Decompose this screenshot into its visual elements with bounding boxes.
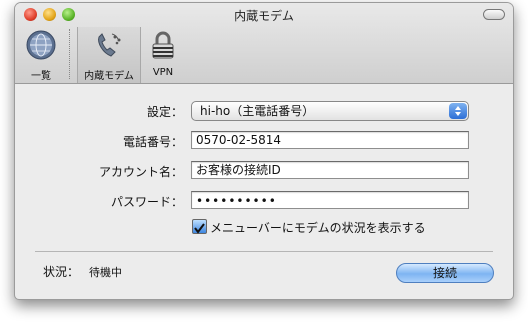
menubar-status-checkbox-label[interactable]: メニューバーにモデムの状況を表示する	[210, 219, 426, 236]
toolbar-toggle-button[interactable]	[483, 9, 505, 20]
checkmark-icon	[194, 223, 205, 234]
lock-icon	[152, 31, 174, 59]
modem-phone-icon	[98, 33, 121, 57]
status-value: 待機中	[89, 266, 122, 279]
toolbar-item-label: VPN	[152, 67, 174, 78]
preferences-window: 内蔵モデム 一覧 内蔵モデム VPN 設定： hi-ho（主電話番号） 電話番号…	[14, 2, 514, 300]
toolbar-item-overview[interactable]: 一覧	[19, 27, 63, 83]
globe-icon	[26, 30, 56, 60]
toolbar-separator	[69, 29, 70, 79]
password-label: パスワード：	[110, 195, 183, 209]
connect-button[interactable]: 接続	[396, 263, 494, 283]
toolbar: 内蔵モデム 一覧 内蔵モデム VPN	[15, 3, 513, 84]
account-name-field[interactable]	[191, 161, 469, 179]
toolbar-item-label: 一覧	[31, 71, 51, 82]
window-title: 内蔵モデム	[234, 9, 294, 23]
config-label: 設定：	[146, 105, 183, 119]
account-label: アカウント名：	[98, 165, 183, 179]
config-select[interactable]: hi-ho（主電話番号）	[191, 101, 469, 121]
menubar-status-checkbox[interactable]	[192, 219, 207, 234]
toolbar-item-internal-modem[interactable]: 内蔵モデム	[77, 27, 141, 83]
divider	[35, 251, 493, 252]
toolbar-item-label: 内蔵モデム	[84, 71, 134, 82]
password-field[interactable]: ••••••••••	[191, 191, 469, 209]
status-label: 状況：	[43, 265, 80, 279]
config-select-value: hi-ho（主電話番号）	[200, 104, 315, 118]
toolbar-item-vpn[interactable]: VPN	[143, 27, 183, 83]
phone-label: 電話番号：	[122, 135, 183, 149]
updown-arrows-icon	[449, 103, 467, 119]
phone-number-field[interactable]	[191, 131, 469, 149]
